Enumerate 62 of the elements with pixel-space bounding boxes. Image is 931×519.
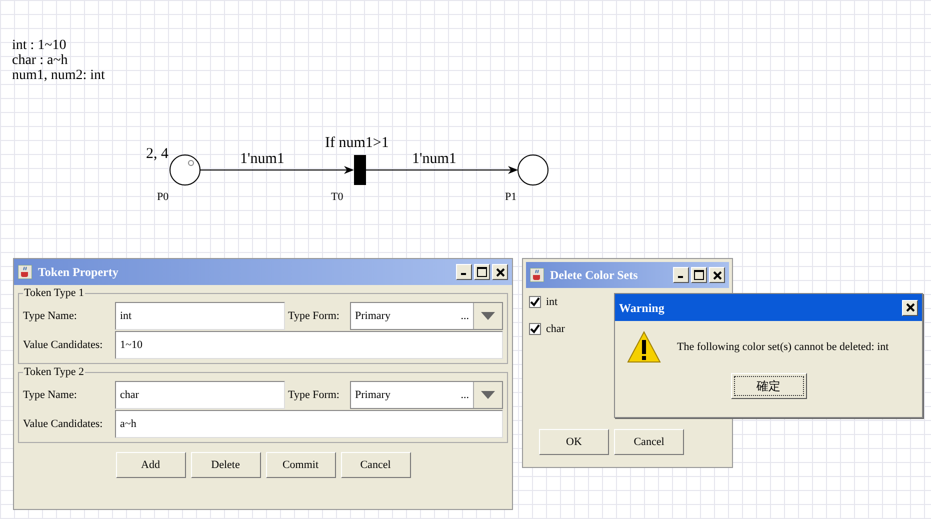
checkbox-label: int [546, 295, 558, 310]
field-label: Type Form: [288, 308, 340, 324]
field-label: Type Name: [23, 308, 78, 324]
checkbox[interactable] [529, 296, 541, 308]
arc-label: 1'num1 [240, 151, 284, 167]
dialog-button[interactable]: Delete [190, 452, 260, 478]
window-title: Delete Color Sets [550, 267, 639, 284]
group-title: Token Type 1 [23, 286, 85, 300]
dialog-button[interactable]: OK [539, 429, 609, 455]
coffee-cup-icon [530, 268, 544, 282]
group-title: Token Type 2 [23, 365, 85, 379]
type-form-dropdown[interactable]: Primary ... [350, 302, 503, 330]
window-title: Token Property [38, 264, 120, 281]
field-label: Type Form: [288, 388, 340, 403]
type-name-field[interactable]: int [115, 302, 285, 330]
type-name-field[interactable]: char [115, 381, 285, 409]
minimize-button[interactable] [456, 264, 472, 280]
token-dot-icon [188, 160, 194, 166]
maximize-button[interactable] [474, 264, 490, 280]
ellipsis-text: ... [460, 388, 469, 403]
dialog-button[interactable]: Commit [266, 452, 336, 478]
guard-label: If num1>1 [325, 135, 389, 151]
minimize-button[interactable] [673, 267, 689, 283]
transition-label: T0 [331, 191, 344, 203]
window-title: Warning [619, 300, 666, 316]
place-node [518, 154, 548, 186]
declaration-text: int : 1~10 [12, 38, 68, 53]
close-button[interactable] [902, 300, 918, 316]
transition-bar [354, 155, 366, 185]
field-label: Value Candidates: [23, 416, 104, 432]
declaration-text: char : a~h [12, 53, 69, 68]
dropdown-arrow-icon [481, 312, 495, 320]
field-label: Type Name: [23, 388, 78, 403]
place-label: P1 [505, 191, 517, 203]
maximize-icon [694, 270, 704, 280]
dialog-button[interactable]: Cancel [340, 452, 410, 478]
coffee-cup-icon [18, 265, 32, 279]
checkbox[interactable] [529, 322, 541, 335]
close-button[interactable] [709, 267, 725, 283]
dropdown-arrow-icon [481, 391, 495, 399]
value-candidates-field[interactable]: 1~10 [115, 331, 503, 359]
warning-message: The following color set(s) cannot be deleted: int [677, 340, 889, 355]
dialog-button[interactable]: Add [116, 452, 186, 478]
close-button[interactable] [492, 264, 508, 280]
declaration-text: num1, num2: int [12, 68, 105, 83]
value-candidates-field[interactable]: a~h [115, 410, 503, 438]
dialog-button[interactable]: Cancel [614, 429, 684, 455]
ellipsis-text: ... [460, 308, 469, 324]
type-form-dropdown[interactable]: Primary ... [350, 381, 503, 409]
arc-label: 1'num1 [412, 151, 456, 167]
close-icon [496, 268, 504, 276]
maximize-icon [477, 267, 487, 277]
place-node [170, 154, 200, 186]
field-label: Value Candidates: [23, 338, 104, 353]
checkbox-label: char [546, 322, 565, 336]
token-label: 2, 4 [146, 146, 168, 162]
warning-icon [627, 331, 661, 363]
confirm-button[interactable]: 確定 [730, 373, 806, 399]
place-label: P0 [157, 191, 169, 203]
maximize-button[interactable] [691, 267, 707, 283]
close-icon [906, 303, 914, 312]
close-icon [712, 270, 722, 280]
